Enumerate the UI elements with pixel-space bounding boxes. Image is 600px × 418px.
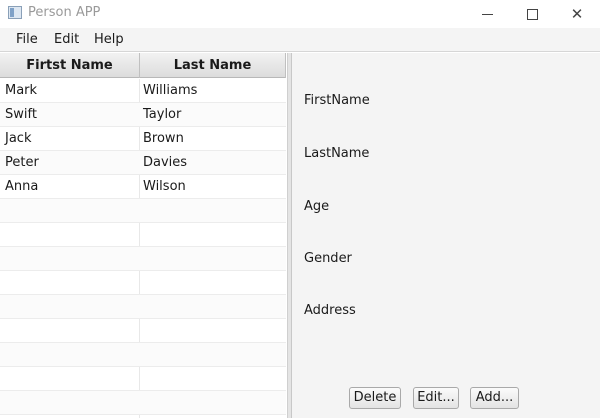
window-title: Person APP (28, 5, 101, 20)
menu-edit[interactable]: Edit (54, 32, 79, 47)
table-header: Firtst Name Last Name (0, 53, 286, 78)
delete-button[interactable]: Delete (349, 387, 401, 409)
table-row[interactable]: Anna Wilson (0, 175, 286, 199)
cell-first-name: Anna (5, 179, 39, 194)
column-header-last-name[interactable]: Last Name (140, 53, 286, 78)
cell-last-name: Williams (143, 83, 198, 98)
table-row[interactable]: Swift Taylor (0, 103, 286, 127)
label-age: Age (304, 199, 330, 214)
menu-help[interactable]: Help (94, 32, 124, 47)
minimize-icon (481, 13, 493, 15)
table-row[interactable] (0, 223, 286, 247)
table-row[interactable] (0, 271, 286, 295)
maximize-button[interactable] (509, 0, 555, 28)
label-address: Address (304, 303, 356, 318)
cell-last-name: Wilson (143, 179, 186, 194)
cell-last-name: Taylor (143, 107, 182, 122)
label-first-name: FirstName (304, 93, 370, 108)
app-window-icon (8, 6, 22, 19)
label-gender: Gender (304, 251, 352, 266)
table-body: Mark Williams Swift Taylor Jack Brown Peter Dav… (0, 79, 286, 415)
table-row[interactable]: Jack Brown (0, 127, 286, 151)
cell-first-name: Mark (5, 83, 38, 98)
table-row[interactable] (0, 247, 286, 271)
table-row[interactable] (0, 295, 286, 319)
close-icon: ✕ (570, 5, 584, 23)
column-header-first-name[interactable]: Firtst Name (0, 53, 140, 78)
cell-last-name: Davies (143, 155, 188, 170)
cell-first-name: Peter (5, 155, 39, 170)
add-button[interactable]: Add... (470, 387, 519, 409)
minimize-button[interactable] (464, 0, 510, 28)
close-button[interactable]: ✕ (554, 0, 600, 28)
cell-first-name: Swift (5, 107, 37, 122)
table-row[interactable] (0, 343, 286, 367)
table-row[interactable]: Mark Williams (0, 79, 286, 103)
cell-last-name: Brown (143, 131, 184, 146)
cell-first-name: Jack (5, 131, 32, 146)
menu-bar: File Edit Help (0, 28, 600, 52)
edit-button[interactable]: Edit... (413, 387, 459, 409)
label-last-name: LastName (304, 146, 370, 161)
table-row[interactable]: Peter Davies (0, 151, 286, 175)
table-row[interactable] (0, 391, 286, 415)
table-row[interactable] (0, 367, 286, 391)
person-table[interactable]: Firtst Name Last Name Mark Williams Swift T… (0, 53, 288, 418)
maximize-icon (526, 8, 538, 20)
table-row[interactable] (0, 319, 286, 343)
table-row[interactable] (0, 199, 286, 223)
menu-file[interactable]: File (16, 32, 38, 47)
title-bar: Person APP ✕ (0, 0, 600, 28)
person-details-panel: FirstName LastName Age Gender Address De… (292, 53, 600, 418)
